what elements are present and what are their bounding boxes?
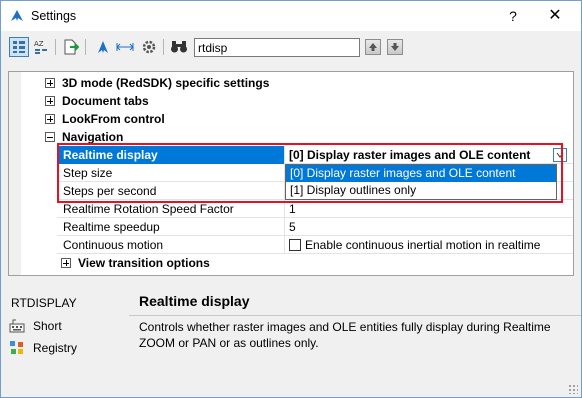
link-label: Short [33, 319, 62, 333]
keyboard-icon [9, 318, 25, 334]
property-name: Realtime Rotation Speed Factor [57, 200, 285, 218]
link-label: Registry [33, 341, 78, 355]
group-label: LookFrom control [62, 112, 165, 126]
dropdown-option[interactable]: [1] Display outlines only [286, 182, 556, 199]
group-label: View transition options [78, 256, 210, 270]
property-rotation-speed-factor[interactable]: Realtime Rotation Speed Factor 1 [57, 200, 573, 218]
group-label: Document tabs [62, 94, 149, 108]
property-continuous-motion[interactable]: Continuous motion Enable continuous iner… [57, 236, 573, 254]
svg-text:AZ: AZ [34, 40, 44, 48]
group-3d-mode[interactable]: 3D mode (RedSDK) specific settings [45, 74, 269, 92]
registry-link[interactable]: Registry [9, 339, 77, 357]
expand-icon[interactable] [61, 258, 71, 268]
search-input[interactable]: rtdisp [194, 38, 360, 57]
app-logo-icon [9, 8, 25, 24]
drawing-settings-icon[interactable] [93, 37, 113, 57]
property-name: Steps per second [57, 182, 285, 200]
description-text: Controls whether raster images and OLE e… [139, 320, 551, 350]
categorized-view-icon[interactable] [9, 37, 29, 57]
checkbox[interactable] [289, 239, 301, 251]
tree-gutter [9, 72, 21, 275]
toolbar-separator [55, 39, 56, 55]
toolbar-separator [85, 39, 86, 55]
toolbar: AZ rtdisp [1, 31, 581, 63]
expand-icon[interactable] [45, 114, 55, 124]
property-realtime-speedup[interactable]: Realtime speedup 5 [57, 218, 573, 236]
description-title: Realtime display [139, 293, 250, 309]
collapse-icon[interactable] [45, 132, 55, 142]
property-name: Step size [57, 164, 285, 182]
export-icon[interactable] [61, 37, 81, 57]
title-bar: Settings ? ✕ [1, 1, 581, 31]
dimension-icon[interactable] [115, 37, 135, 57]
expand-icon[interactable] [45, 96, 55, 106]
short-link[interactable]: Short [9, 317, 62, 335]
next-match-button[interactable] [387, 39, 403, 55]
info-panel: RTDISPLAY Short Registry Realtime displa… [1, 279, 581, 397]
alphabetical-sort-icon[interactable]: AZ [31, 37, 51, 57]
help-button[interactable]: ? [499, 5, 527, 27]
dropdown-option[interactable]: [0] Display raster images and OLE conten… [286, 165, 556, 182]
settings-window: Settings ? ✕ AZ rtdisp 3D mode (RedSDK) … [0, 0, 582, 398]
group-label: 3D mode (RedSDK) specific settings [62, 76, 270, 90]
variable-name: RTDISPLAY [11, 296, 77, 310]
divider [129, 315, 581, 316]
arrow-up-icon [369, 43, 377, 51]
gear-icon[interactable] [139, 37, 159, 57]
chevron-down-icon[interactable] [553, 148, 567, 162]
property-value-checkbox[interactable]: Enable continuous inertial motion in rea… [285, 236, 573, 254]
previous-match-button[interactable] [365, 39, 381, 55]
toolbar-separator [163, 39, 164, 55]
property-name: Continuous motion [57, 236, 285, 254]
property-value: [0] Display raster images and OLE conten… [289, 148, 531, 162]
group-label: Navigation [62, 130, 124, 144]
property-value[interactable]: 5 [285, 218, 573, 236]
group-document-tabs[interactable]: Document tabs [45, 92, 149, 110]
property-name: Realtime display [57, 146, 285, 164]
group-view-transition-options[interactable]: View transition options [61, 254, 210, 272]
checkbox-label: Enable continuous inertial motion in rea… [305, 238, 541, 252]
settings-tree: 3D mode (RedSDK) specific settings Docum… [8, 71, 574, 276]
group-lookfrom-control[interactable]: LookFrom control [45, 110, 165, 128]
binoculars-icon [169, 37, 189, 57]
property-name: Realtime speedup [57, 218, 285, 236]
resize-grip-icon[interactable] [568, 384, 578, 394]
realtime-display-dropdown: [0] Display raster images and OLE conten… [285, 164, 557, 200]
close-button[interactable]: ✕ [541, 5, 569, 27]
registry-icon [9, 340, 25, 356]
arrow-down-icon [391, 43, 399, 51]
group-navigation[interactable]: Navigation [45, 128, 123, 146]
property-realtime-display[interactable]: Realtime display [0] Display raster imag… [57, 146, 573, 164]
property-value[interactable]: 1 [285, 200, 573, 218]
expand-icon[interactable] [45, 78, 55, 88]
property-value-select[interactable]: [0] Display raster images and OLE conten… [285, 146, 573, 164]
window-title: Settings [31, 9, 77, 23]
